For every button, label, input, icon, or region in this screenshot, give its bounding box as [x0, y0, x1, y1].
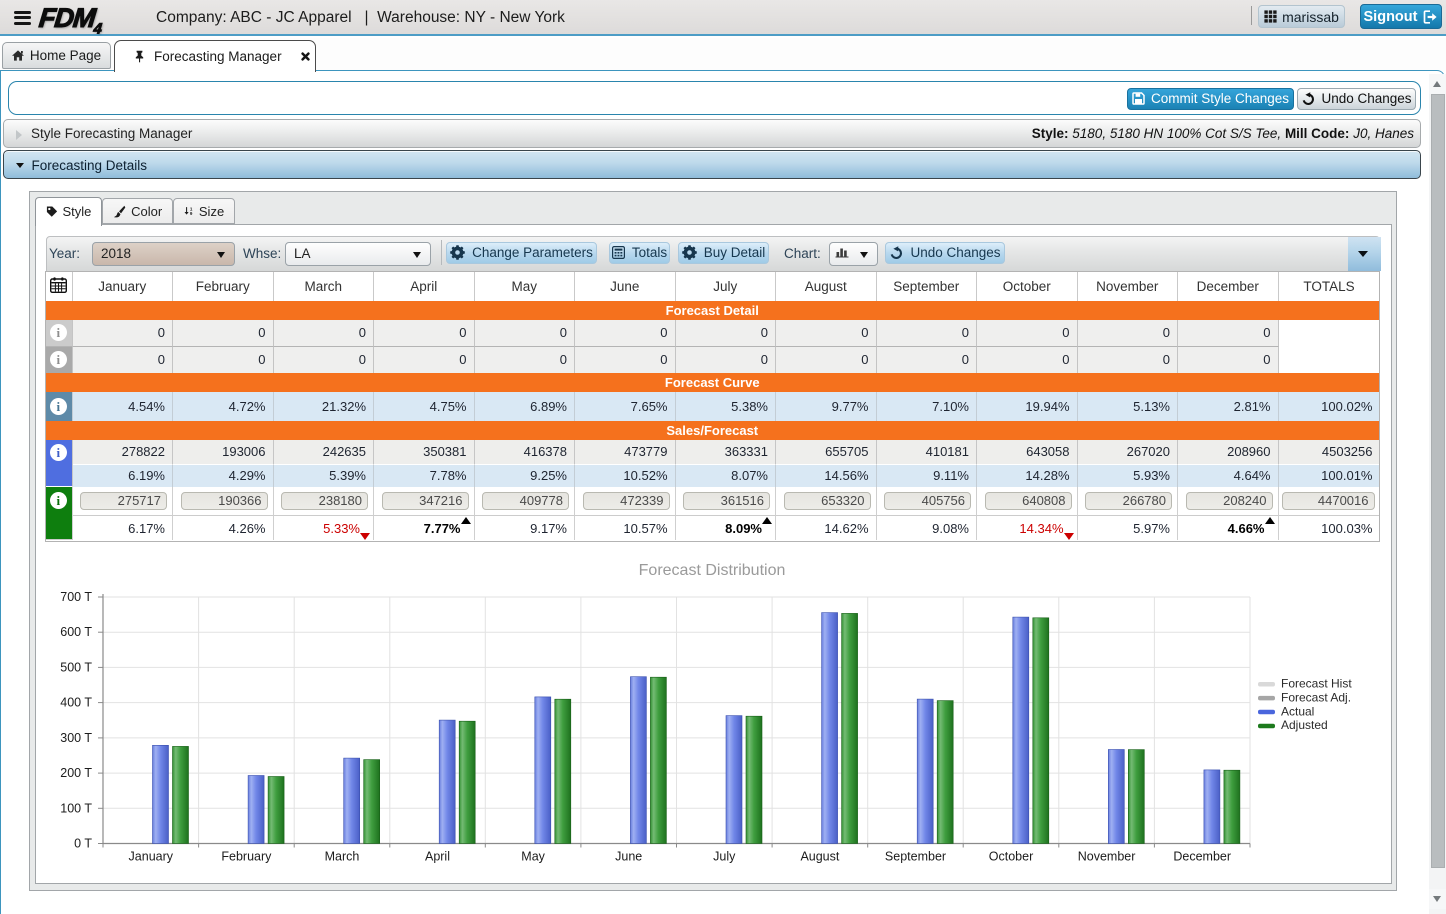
svg-text:500 T: 500 T: [60, 660, 92, 674]
svg-text:May: May: [521, 850, 545, 864]
svg-text:400 T: 400 T: [60, 696, 92, 710]
svg-text:9: 9: [190, 211, 193, 216]
svg-text:Adjusted: Adjusted: [1281, 718, 1328, 732]
svg-text:Forecast Hist: Forecast Hist: [1281, 677, 1352, 691]
svg-text:February: February: [221, 850, 272, 864]
svg-text:Forecast Distribution: Forecast Distribution: [639, 562, 786, 579]
svg-text:Forecast Adj.: Forecast Adj.: [1281, 690, 1351, 704]
svg-text:July: July: [713, 850, 736, 864]
svg-text:June: June: [615, 850, 642, 864]
svg-text:600 T: 600 T: [60, 625, 92, 639]
svg-text:200 T: 200 T: [60, 766, 92, 780]
svg-text:Actual: Actual: [1281, 704, 1314, 718]
svg-text:November: November: [1078, 850, 1136, 864]
svg-text:August: August: [800, 850, 839, 864]
svg-text:October: October: [989, 850, 1033, 864]
svg-text:300 T: 300 T: [60, 731, 92, 745]
svg-text:September: September: [885, 850, 946, 864]
svg-text:0 T: 0 T: [74, 837, 92, 851]
svg-text:December: December: [1173, 850, 1231, 864]
svg-text:March: March: [325, 850, 360, 864]
svg-text:100 T: 100 T: [60, 801, 92, 815]
svg-text:700 T: 700 T: [60, 590, 92, 604]
svg-text:April: April: [425, 850, 450, 864]
svg-text:January: January: [129, 850, 174, 864]
